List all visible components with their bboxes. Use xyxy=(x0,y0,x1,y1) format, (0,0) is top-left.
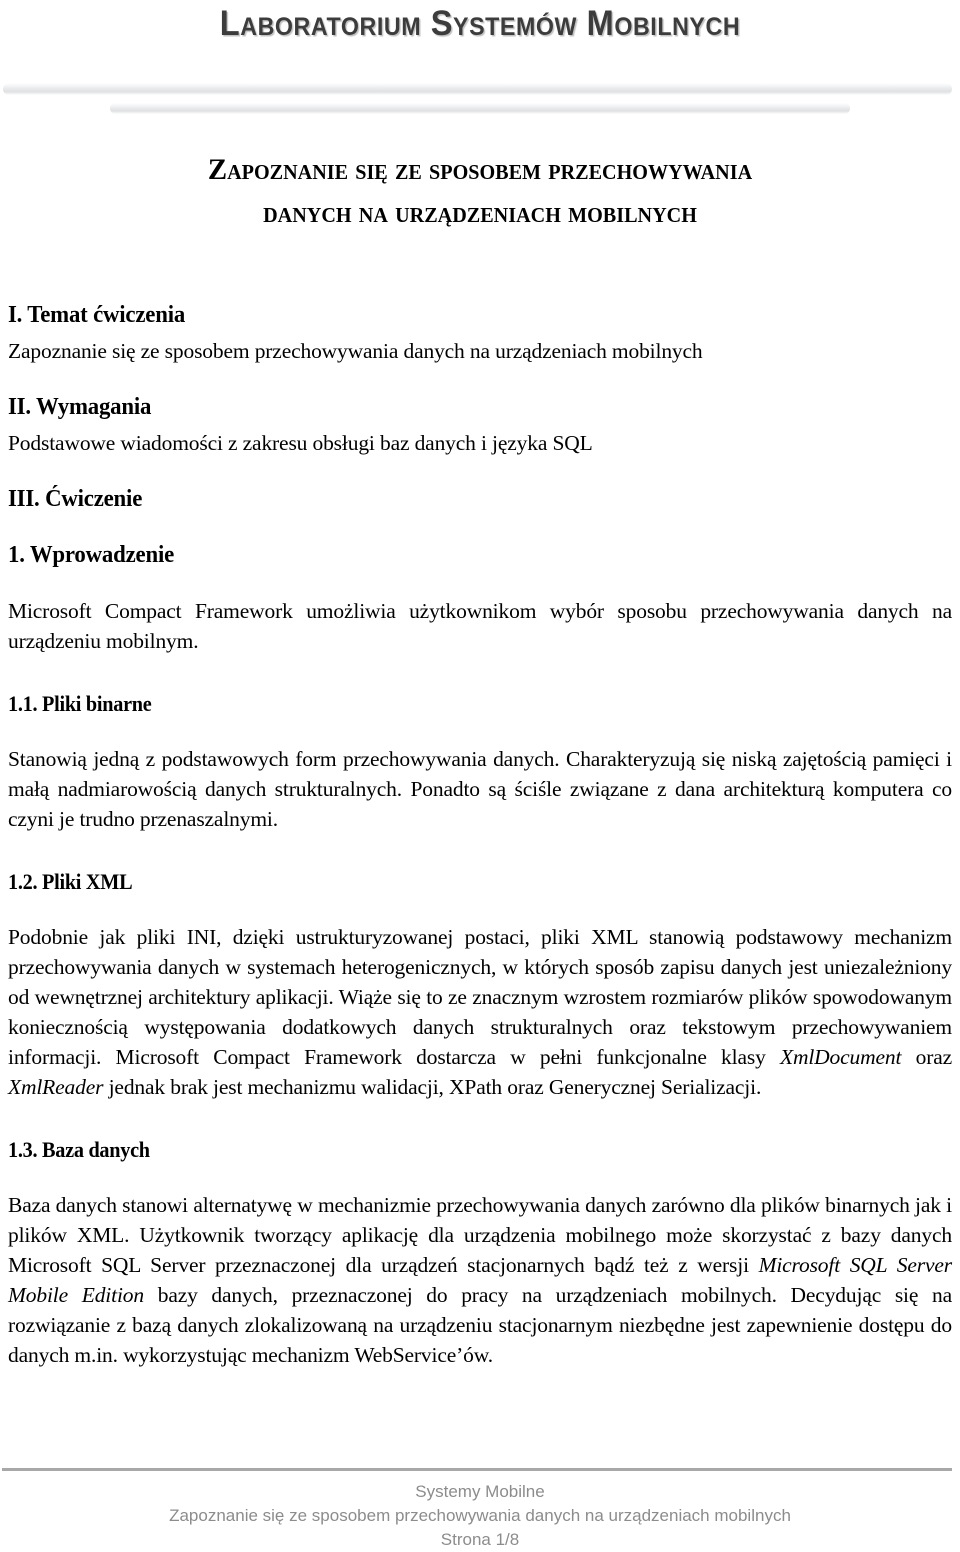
subsection-heading-baza-danych: 1.3. Baza danych xyxy=(8,1137,150,1162)
page-title: Zapoznanie się ze sposobem przechowywani… xyxy=(38,148,921,234)
footer-divider xyxy=(2,1468,952,1471)
lab-title: Laboratorium Systemów Mobilnych xyxy=(219,4,741,43)
header-divider-bar-top xyxy=(3,83,952,95)
subsection-heading-pliki-xml: 1.2. Pliki XML xyxy=(8,869,133,894)
page-title-line-2: danych na urządzeniach mobilnych xyxy=(263,196,697,229)
header-divider-bar-bottom xyxy=(110,103,850,114)
section-body-wprowadzenie: Microsoft Compact Framework umożliwia uż… xyxy=(8,599,952,653)
document-body: I. Temat ćwiczenia Zapoznanie się ze spo… xyxy=(8,300,952,1370)
section-heading-wymagania: II. Wymagania xyxy=(8,394,152,420)
baza-danych-text-part-2: bazy danych, przeznaczonej do pracy na u… xyxy=(8,1283,952,1367)
section-heading-cwiczenie: III. Ćwiczenie xyxy=(8,486,143,512)
document-header: Laboratorium Systemów Mobilnych xyxy=(0,0,960,130)
subsection-body-pliki-binarne: Stanowią jedną z podstawowych form przec… xyxy=(8,747,952,831)
footer-text-block: Systemy Mobilne Zapoznanie się ze sposob… xyxy=(0,1480,960,1552)
section-body-temat-cwiczenia: Zapoznanie się ze sposobem przechowywani… xyxy=(8,339,703,363)
section-body-wymagania: Podstawowe wiadomości z zakresu obsługi … xyxy=(8,431,593,455)
footer-exercise-title: Zapoznanie się ze sposobem przechowywani… xyxy=(169,1506,791,1525)
subsection-body-pliki-xml: Podobnie jak pliki INI, dzięki ustruktur… xyxy=(8,922,952,1102)
page-title-line-1: Zapoznanie się ze sposobem przechowywani… xyxy=(207,153,753,186)
footer-course-name: Systemy Mobilne xyxy=(415,1482,545,1501)
pliki-xml-class-xmldocument: XmlDocument xyxy=(779,1045,902,1069)
section-heading-wprowadzenie: 1. Wprowadzenie xyxy=(8,542,175,568)
section-heading-temat-cwiczenia: I. Temat ćwiczenia xyxy=(8,302,186,328)
footer-page-number: Strona 1/8 xyxy=(440,1530,520,1549)
subsection-heading-pliki-binarne: 1.1. Pliki binarne xyxy=(8,691,152,716)
pliki-xml-class-xmlreader: XmlReader xyxy=(8,1075,104,1099)
document-page: Laboratorium Systemów Mobilnych Zapoznan… xyxy=(0,0,960,1549)
subsection-body-baza-danych: Baza danych stanowi alternatywę w mechan… xyxy=(8,1190,952,1370)
pliki-xml-text-part-3: jednak brak jest mechanizmu walidacji, X… xyxy=(103,1075,762,1099)
pliki-xml-text-part-2: oraz xyxy=(901,1045,953,1069)
